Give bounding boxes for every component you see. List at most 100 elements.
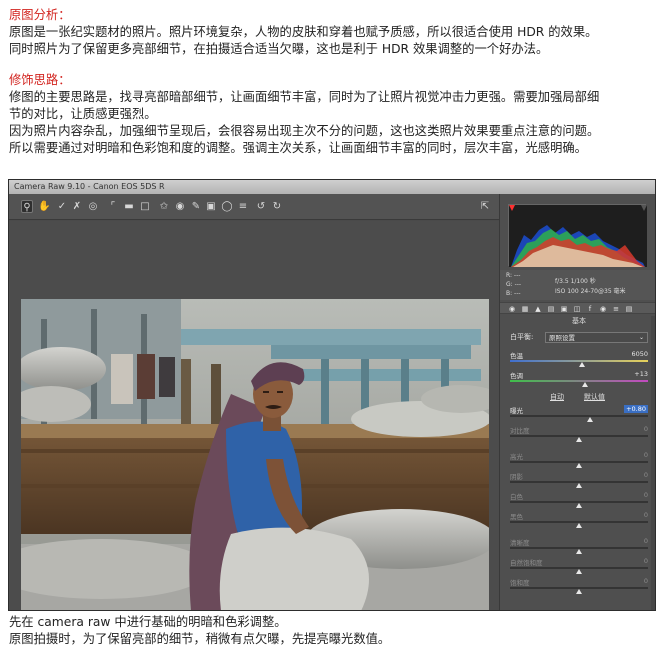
saturation-slider[interactable]: 饱和度 0 [510,577,648,595]
method-line: 修图的主要思路是，找寻亮部暗部细节，让画面细节丰富，同时为了让照片视觉冲击力更强… [9,90,600,104]
photo-preview [21,299,489,610]
intro-heading: 原图分析： [9,8,71,22]
vibrance-label: 自然饱和度 [510,559,543,567]
shadows-value[interactable]: 0 [628,471,648,479]
auto-default-row: 自动 默认值 [500,392,655,402]
white-balance-label: 白平衡: [510,333,534,341]
clarity-value[interactable]: 0 [628,537,648,545]
straighten-tool-icon[interactable]: ▬ [123,200,135,213]
panel-scrollbar[interactable] [651,316,655,610]
vibrance-value[interactable]: 0 [628,557,648,565]
fullscreen-icon[interactable]: ⇱ [479,200,491,213]
exposure-label: 曝光 [510,407,523,415]
whites-slider[interactable]: 白色 0 [510,491,648,509]
default-button[interactable]: 默认值 [584,392,605,402]
spot-removal-icon[interactable]: ✩ [158,200,170,213]
photo-illustration [21,299,489,610]
temperature-value[interactable]: 6050 [628,350,648,358]
adjustment-brush-icon[interactable]: ✎ [190,200,202,213]
shadows-thumb[interactable] [576,483,582,488]
exposure-track[interactable] [510,415,648,417]
tint-track[interactable] [510,380,648,382]
exposure-slider[interactable]: 曝光 +0.80 [510,405,648,423]
blacks-thumb[interactable] [576,523,582,528]
panel-tabs: ◉ ▦ ▲ ▤ ▣ ◫ f ◉ ≡ ▤ [500,302,655,314]
method-line: 节的对比，让质感更强烈。 [9,107,157,121]
contrast-value[interactable]: 0 [628,425,648,433]
histogram-graph [509,205,647,267]
zoom-tool-icon[interactable]: ⚲ [21,200,33,213]
method-line: 因为照片内容杂乱，加强细节呈现后，会很容易出现主次不分的问题，这也这类照片效果要… [9,124,600,138]
shadows-slider[interactable]: 阴影 0 [510,471,648,489]
intro-section: 原图分析： 原图是一张纪实题材的照片。照片环境复杂，人物的皮肤和穿着也赋予质感，… [9,7,661,58]
method-line: 所以需要通过对明暗和色彩饱和度的调整。强调主次关系，让画面细节丰富的同时，层次丰… [9,141,587,155]
clarity-slider[interactable]: 清晰度 0 [510,537,648,555]
color-sampler-icon[interactable]: ✗ [71,200,83,213]
adjustment-panel: R: --- G: --- B: --- f/3.5 1/100 秒 ISO 1… [499,194,655,610]
preferences-icon[interactable]: ≡ [237,200,249,213]
exposure-thumb[interactable] [587,417,594,422]
detail-tab-icon[interactable]: ▲ [534,305,542,313]
highlights-label: 高光 [510,453,523,461]
contrast-thumb[interactable] [576,437,582,442]
blacks-value[interactable]: 0 [628,511,648,519]
saturation-value[interactable]: 0 [628,577,648,585]
blacks-slider[interactable]: 黑色 0 [510,511,648,529]
tone-curve-tab-icon[interactable]: ▦ [521,305,529,313]
contrast-label: 对比度 [510,427,530,435]
camera-calibration-tab-icon[interactable]: ◉ [599,305,607,313]
hand-tool-icon[interactable]: ✋ [38,200,50,213]
white-balance-tool-icon[interactable]: ✓ [56,200,68,213]
temperature-slider[interactable]: 色温 6050 [510,350,648,368]
method-section: 修饰思路： 修图的主要思路是，找寻亮部暗部细节，让画面细节丰富，同时为了让照片视… [9,72,661,157]
lens-tab-icon[interactable]: ◫ [573,305,581,313]
transform-tool-icon[interactable]: □ [139,200,151,213]
temperature-label: 色温 [510,352,523,360]
tint-slider[interactable]: 色调 +13 [510,370,648,388]
exposure-info: f/3.5 1/100 秒 [555,278,596,285]
whites-value[interactable]: 0 [628,491,648,499]
footer-section: 先在 camera raw 中进行基础的明暗和色彩调整。 原图拍摄时，为了保留亮… [9,614,661,648]
target-adjust-icon[interactable]: ◎ [87,200,99,213]
saturation-label: 饱和度 [510,579,530,587]
image-info: R: --- G: --- B: --- f/3.5 1/100 秒 ISO 1… [500,270,655,300]
presets-tab-icon[interactable]: ≡ [612,305,620,313]
rotate-right-icon[interactable]: ↻ [271,200,283,213]
fx-tab-icon[interactable]: f [586,305,594,313]
exposure-value[interactable]: +0.80 [624,405,648,413]
crop-tool-icon[interactable]: ⌜ [107,200,119,213]
graduated-filter-icon[interactable]: ▣ [205,200,217,213]
temperature-thumb[interactable] [578,362,585,367]
clarity-thumb[interactable] [576,549,582,554]
footer-line: 原图拍摄时，为了保留亮部的细节，稍微有点欠曝，先提亮曝光数值。 [9,632,391,646]
intro-line: 同时照片为了保留更多亮部细节，在拍摄适合适当欠曝，这也是利于 HDR 效果调整的… [9,42,549,56]
white-balance-value: 原照设置 [549,334,575,342]
auto-button[interactable]: 自动 [550,392,564,402]
r-readout: R: --- [506,272,521,279]
camera-raw-window: Camera Raw 9.10 - Canon EOS 5DS R ⚲ ✋ ✓ … [8,179,656,611]
clarity-label: 清晰度 [510,539,530,547]
red-eye-icon[interactable]: ◉ [174,200,186,213]
radial-filter-icon[interactable]: ◯ [221,200,233,213]
snapshots-tab-icon[interactable]: ▤ [625,305,633,313]
split-toning-tab-icon[interactable]: ▣ [560,305,568,313]
saturation-thumb[interactable] [576,589,582,594]
shadows-label: 阴影 [510,473,523,481]
highlights-slider[interactable]: 高光 0 [510,451,648,469]
rotate-left-icon[interactable]: ↺ [255,200,267,213]
hsl-tab-icon[interactable]: ▤ [547,305,555,313]
highlights-thumb[interactable] [576,463,582,468]
basic-tab-icon[interactable]: ◉ [508,305,516,313]
whites-thumb[interactable] [576,503,582,508]
tint-thumb[interactable] [581,382,588,387]
white-balance-select[interactable]: 原照设置 ⌄ [545,332,648,343]
panel-title: 基本 [572,317,586,325]
vibrance-thumb[interactable] [576,569,582,574]
histogram [508,204,647,267]
vibrance-slider[interactable]: 自然饱和度 0 [510,557,648,575]
highlights-value[interactable]: 0 [628,451,648,459]
tint-value[interactable]: +13 [628,370,648,378]
g-readout: G: --- [506,281,522,288]
preview-area [9,221,499,610]
contrast-slider[interactable]: 对比度 0 [510,425,648,443]
